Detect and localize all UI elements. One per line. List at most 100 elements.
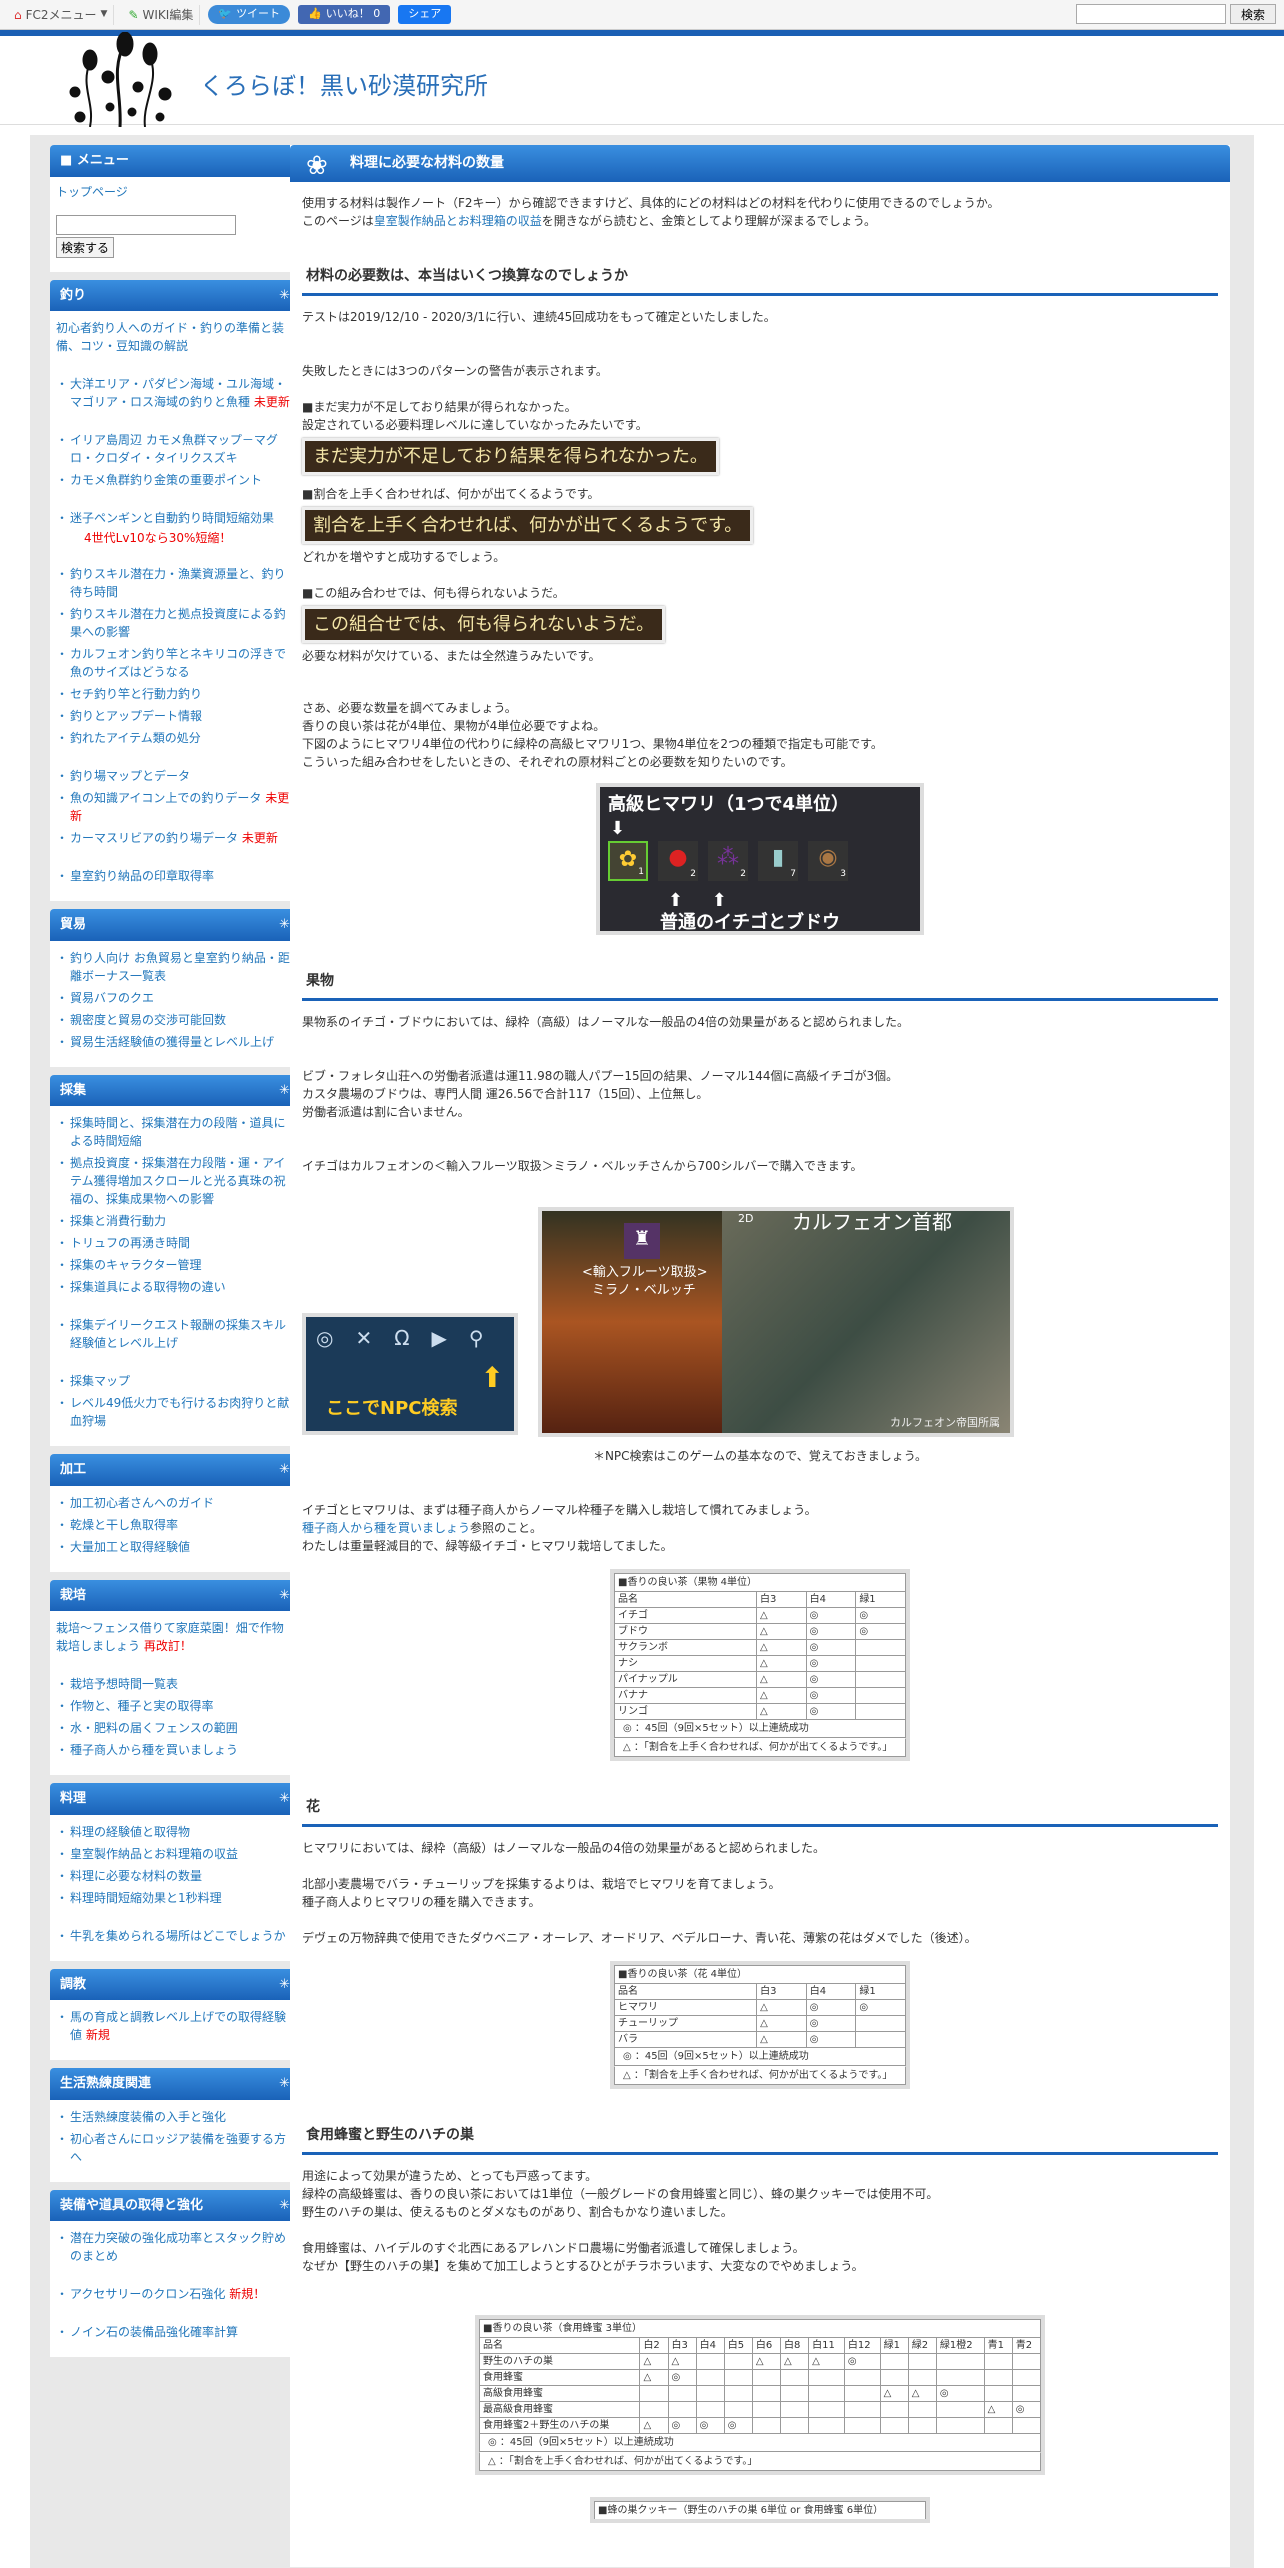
- sidebar-item[interactable]: 採集デイリークエスト報酬の採集スキル経験値とレベル上げ: [56, 1314, 294, 1354]
- sidebar-item[interactable]: ノイン石の装備品強化確率計算: [56, 2321, 294, 2343]
- sidebar-item[interactable]: 料理時間短縮効果と1秒料理: [56, 1887, 294, 1909]
- sidebar-item[interactable]: 釣り場マップとデータ: [56, 765, 294, 787]
- top-search-input[interactable]: [1075, 4, 1226, 24]
- sidebar-link[interactable]: 釣りスキル潜在力・漁業資源量と、釣り待ち時間: [70, 567, 286, 599]
- sidebar-item[interactable]: 初心者さんにロッジア装備を強要する方へ: [56, 2128, 294, 2168]
- sidebar-search-button[interactable]: 検索する: [56, 236, 115, 258]
- wiki-edit-link[interactable]: ✎ WIKI編集: [122, 4, 201, 25]
- sidebar-link[interactable]: 釣りスキル潜在力と拠点投資度による釣果への影響: [70, 607, 286, 639]
- sidebar-link[interactable]: 採集のキャラクター管理: [70, 1258, 202, 1272]
- sidebar-item[interactable]: 釣り人向け お魚貿易と皇室釣り納品・距離ボーナス一覧表: [56, 947, 294, 987]
- sidebar-link[interactable]: アクセサリーのクロン石強化: [70, 2287, 225, 2301]
- sidebar-item[interactable]: イリア島周辺 カモメ魚群マップ－マグロ・クロダイ・タイリクスズキ: [56, 429, 294, 469]
- sidebar-link[interactable]: 貿易生活経験値の獲得量とレベル上げ: [70, 1035, 274, 1049]
- sidebar-item[interactable]: カーマスリビアの釣り場データ 未更新: [56, 827, 294, 849]
- sidebar-link[interactable]: ノイン石の装備品強化確率計算: [70, 2325, 238, 2339]
- sidebar-item[interactable]: 親密度と貿易の交渉可能回数: [56, 1009, 294, 1031]
- sidebar-link[interactable]: 親密度と貿易の交渉可能回数: [70, 1013, 226, 1027]
- sidebar-link[interactable]: レベル49低火力でも行けるお肉狩りと献血狩場: [70, 1396, 289, 1428]
- seed-merchant-link[interactable]: 種子商人から種を買いましょう: [302, 1521, 470, 1535]
- imperial-delivery-link[interactable]: 皇室製作納品とお料理箱の収益: [374, 214, 542, 228]
- sidebar-item[interactable]: 馬の育成と調教レベル上げでの取得経験値 新規: [56, 2006, 294, 2046]
- sidebar-item[interactable]: 釣りスキル潜在力・漁業資源量と、釣り待ち時間: [56, 563, 294, 603]
- sidebar-link[interactable]: 釣りとアップデート情報: [70, 709, 202, 723]
- sidebar-item[interactable]: 貿易生活経験値の獲得量とレベル上げ: [56, 1031, 294, 1053]
- sidebar-item[interactable]: 釣りスキル潜在力と拠点投資度による釣果への影響: [56, 603, 294, 643]
- sidebar-link[interactable]: 大量加工と取得経験値: [70, 1540, 190, 1554]
- sidebar-link[interactable]: 料理の経験値と取得物: [70, 1825, 190, 1839]
- sidebar-link[interactable]: 釣り場マップとデータ: [70, 769, 190, 783]
- sidebar-link[interactable]: 採集道具による取得物の違い: [70, 1280, 226, 1294]
- sidebar-item[interactable]: 乾燥と干し魚取得率: [56, 1514, 294, 1536]
- sidebar-item[interactable]: 栽培予想時間一覧表: [56, 1673, 294, 1695]
- sidebar-link[interactable]: 栽培予想時間一覧表: [70, 1677, 178, 1691]
- sidebar-item[interactable]: 貿易バフのクエ: [56, 987, 294, 1009]
- tweet-button[interactable]: 🐦 ツイート: [208, 5, 291, 24]
- sidebar-item[interactable]: 牛乳を集められる場所はどこでしょうか: [56, 1925, 294, 1947]
- sidebar-item[interactable]: 拠点投資度・採集潜在力段階・運・アイテム獲得増加スクロールと光る真珠の祝福の、採…: [56, 1152, 294, 1210]
- sidebar-link[interactable]: 皇室釣り納品の印章取得率: [70, 869, 214, 883]
- sidebar-link[interactable]: 料理に必要な材料の数量: [70, 1869, 202, 1883]
- sidebar-item[interactable]: 種子商人から種を買いましょう: [56, 1739, 294, 1761]
- sidebar-item[interactable]: カモメ魚群釣り金策の重要ポイント: [56, 469, 294, 491]
- sidebar-link[interactable]: 牛乳を集められる場所はどこでしょうか: [70, 1929, 286, 1943]
- sidebar-link[interactable]: セチ釣り竿と行動力釣り: [70, 687, 202, 701]
- sidebar-item[interactable]: 生活熟練度装備の入手と強化: [56, 2106, 294, 2128]
- sidebar-link[interactable]: 作物と、種子と実の取得率: [70, 1699, 214, 1713]
- sidebar-link[interactable]: カーマスリビアの釣り場データ: [70, 831, 238, 845]
- sidebar-item[interactable]: 加工初心者さんへのガイド: [56, 1492, 294, 1514]
- sidebar-link[interactable]: イリア島周辺 カモメ魚群マップ－マグロ・クロダイ・タイリクスズキ: [70, 433, 278, 465]
- sidebar-item[interactable]: 水・肥料の届くフェンスの範囲: [56, 1717, 294, 1739]
- sidebar-item[interactable]: 皇室製作納品とお料理箱の収益: [56, 1843, 294, 1865]
- sidebar-item[interactable]: 料理の経験値と取得物: [56, 1821, 294, 1843]
- sidebar-item[interactable]: アクセサリーのクロン石強化 新規！: [56, 2283, 294, 2305]
- top-search-button[interactable]: 検索: [1229, 4, 1276, 24]
- sidebar-link[interactable]: 潜在力突破の強化成功率とスタック貯めのまとめ: [70, 2231, 286, 2263]
- like-button[interactable]: 👍 いいね！ 0: [298, 5, 391, 24]
- sidebar-item[interactable]: トリュフの再湧き時間: [56, 1232, 294, 1254]
- sidebar-link[interactable]: 釣り人向け お魚貿易と皇室釣り納品・距離ボーナス一覧表: [70, 951, 290, 983]
- sidebar-item[interactable]: 料理に必要な材料の数量: [56, 1865, 294, 1887]
- sidebar-link[interactable]: 生活熟練度装備の入手と強化: [70, 2110, 226, 2124]
- sidebar-link[interactable]: 加工初心者さんへのガイド: [70, 1496, 214, 1510]
- sidebar-item[interactable]: 作物と、種子と実の取得率: [56, 1695, 294, 1717]
- sidebar-item[interactable]: レベル49低火力でも行けるお肉狩りと献血狩場: [56, 1392, 294, 1432]
- sidebar-link[interactable]: 貿易バフのクエ: [70, 991, 154, 1005]
- sidebar-item[interactable]: 魚の知識アイコン上での釣りデータ 未更新: [56, 787, 294, 827]
- sidebar-item[interactable]: 栽培～フェンス借りて家庭菜園！畑で作物栽培しましょう 再改訂！: [56, 1617, 294, 1657]
- sidebar-item[interactable]: 採集のキャラクター管理: [56, 1254, 294, 1276]
- fc2-menu[interactable]: ⌂ FC2メニュー ▼: [8, 4, 115, 25]
- sidebar-link[interactable]: 採集マップ: [70, 1374, 130, 1388]
- sidebar-item[interactable]: 大量加工と取得経験値: [56, 1536, 294, 1558]
- share-button[interactable]: シェア: [398, 5, 452, 24]
- sidebar-item[interactable]: 迷子ペンギンと自動釣り時間短縮効果: [56, 507, 294, 529]
- sidebar-item[interactable]: 釣りとアップデート情報: [56, 705, 294, 727]
- sidebar-item[interactable]: 採集道具による取得物の違い: [56, 1276, 294, 1298]
- sidebar-link[interactable]: 初心者さんにロッジア装備を強要する方へ: [70, 2132, 286, 2164]
- sidebar-item[interactable]: 大洋エリア・パダピン海域・ユル海域・マゴリア・ロス海域の釣りと魚種 未更新: [56, 373, 294, 413]
- sidebar-item[interactable]: 採集マップ: [56, 1370, 294, 1392]
- sidebar-link[interactable]: 料理時間短縮効果と1秒料理: [70, 1891, 222, 1905]
- sidebar-item[interactable]: 採集時間と、採集潜在力の段階・道具による時間短縮: [56, 1112, 294, 1152]
- sidebar-link[interactable]: 種子商人から種を買いましょう: [70, 1743, 238, 1757]
- sidebar-link[interactable]: 初心者釣り人へのガイド・釣りの準備と装備、コツ・豆知識の解説: [56, 321, 284, 353]
- sidebar-item[interactable]: 皇室釣り納品の印章取得率: [56, 865, 294, 887]
- sidebar-link[interactable]: 迷子ペンギンと自動釣り時間短縮効果: [70, 511, 274, 525]
- site-title[interactable]: くろらぼ！黒い砂漠研究所: [200, 68, 488, 104]
- sidebar-link[interactable]: カルフェオン釣り竿とネキリコの浮きで魚のサイズはどうなる: [70, 647, 286, 679]
- sidebar-link[interactable]: カモメ魚群釣り金策の重要ポイント: [70, 473, 262, 487]
- sidebar-item[interactable]: 採集と消費行動力: [56, 1210, 294, 1232]
- sidebar-link[interactable]: 乾燥と干し魚取得率: [70, 1518, 178, 1532]
- sidebar-item[interactable]: セチ釣り竿と行動力釣り: [56, 683, 294, 705]
- sidebar-link[interactable]: 釣れたアイテム類の処分: [70, 731, 201, 745]
- sidebar-link[interactable]: 採集時間と、採集潜在力の段階・道具による時間短縮: [70, 1116, 286, 1148]
- sidebar-link[interactable]: 採集と消費行動力: [70, 1214, 166, 1228]
- sidebar-item[interactable]: 初心者釣り人へのガイド・釣りの準備と装備、コツ・豆知識の解説: [56, 317, 294, 357]
- sidebar-link[interactable]: 採集デイリークエスト報酬の採集スキル経験値とレベル上げ: [70, 1318, 286, 1350]
- sidebar-link[interactable]: 皇室製作納品とお料理箱の収益: [70, 1847, 238, 1861]
- sidebar-link[interactable]: トリュフの再湧き時間: [70, 1236, 190, 1250]
- sidebar-item[interactable]: カルフェオン釣り竿とネキリコの浮きで魚のサイズはどうなる: [56, 643, 294, 683]
- sidebar-link[interactable]: 魚の知識アイコン上での釣りデータ: [70, 791, 261, 805]
- sidebar-item[interactable]: 潜在力突破の強化成功率とスタック貯めのまとめ: [56, 2227, 294, 2267]
- sidebar-link[interactable]: 拠点投資度・採集潜在力段階・運・アイテム獲得増加スクロールと光る真珠の祝福の、採…: [70, 1156, 286, 1206]
